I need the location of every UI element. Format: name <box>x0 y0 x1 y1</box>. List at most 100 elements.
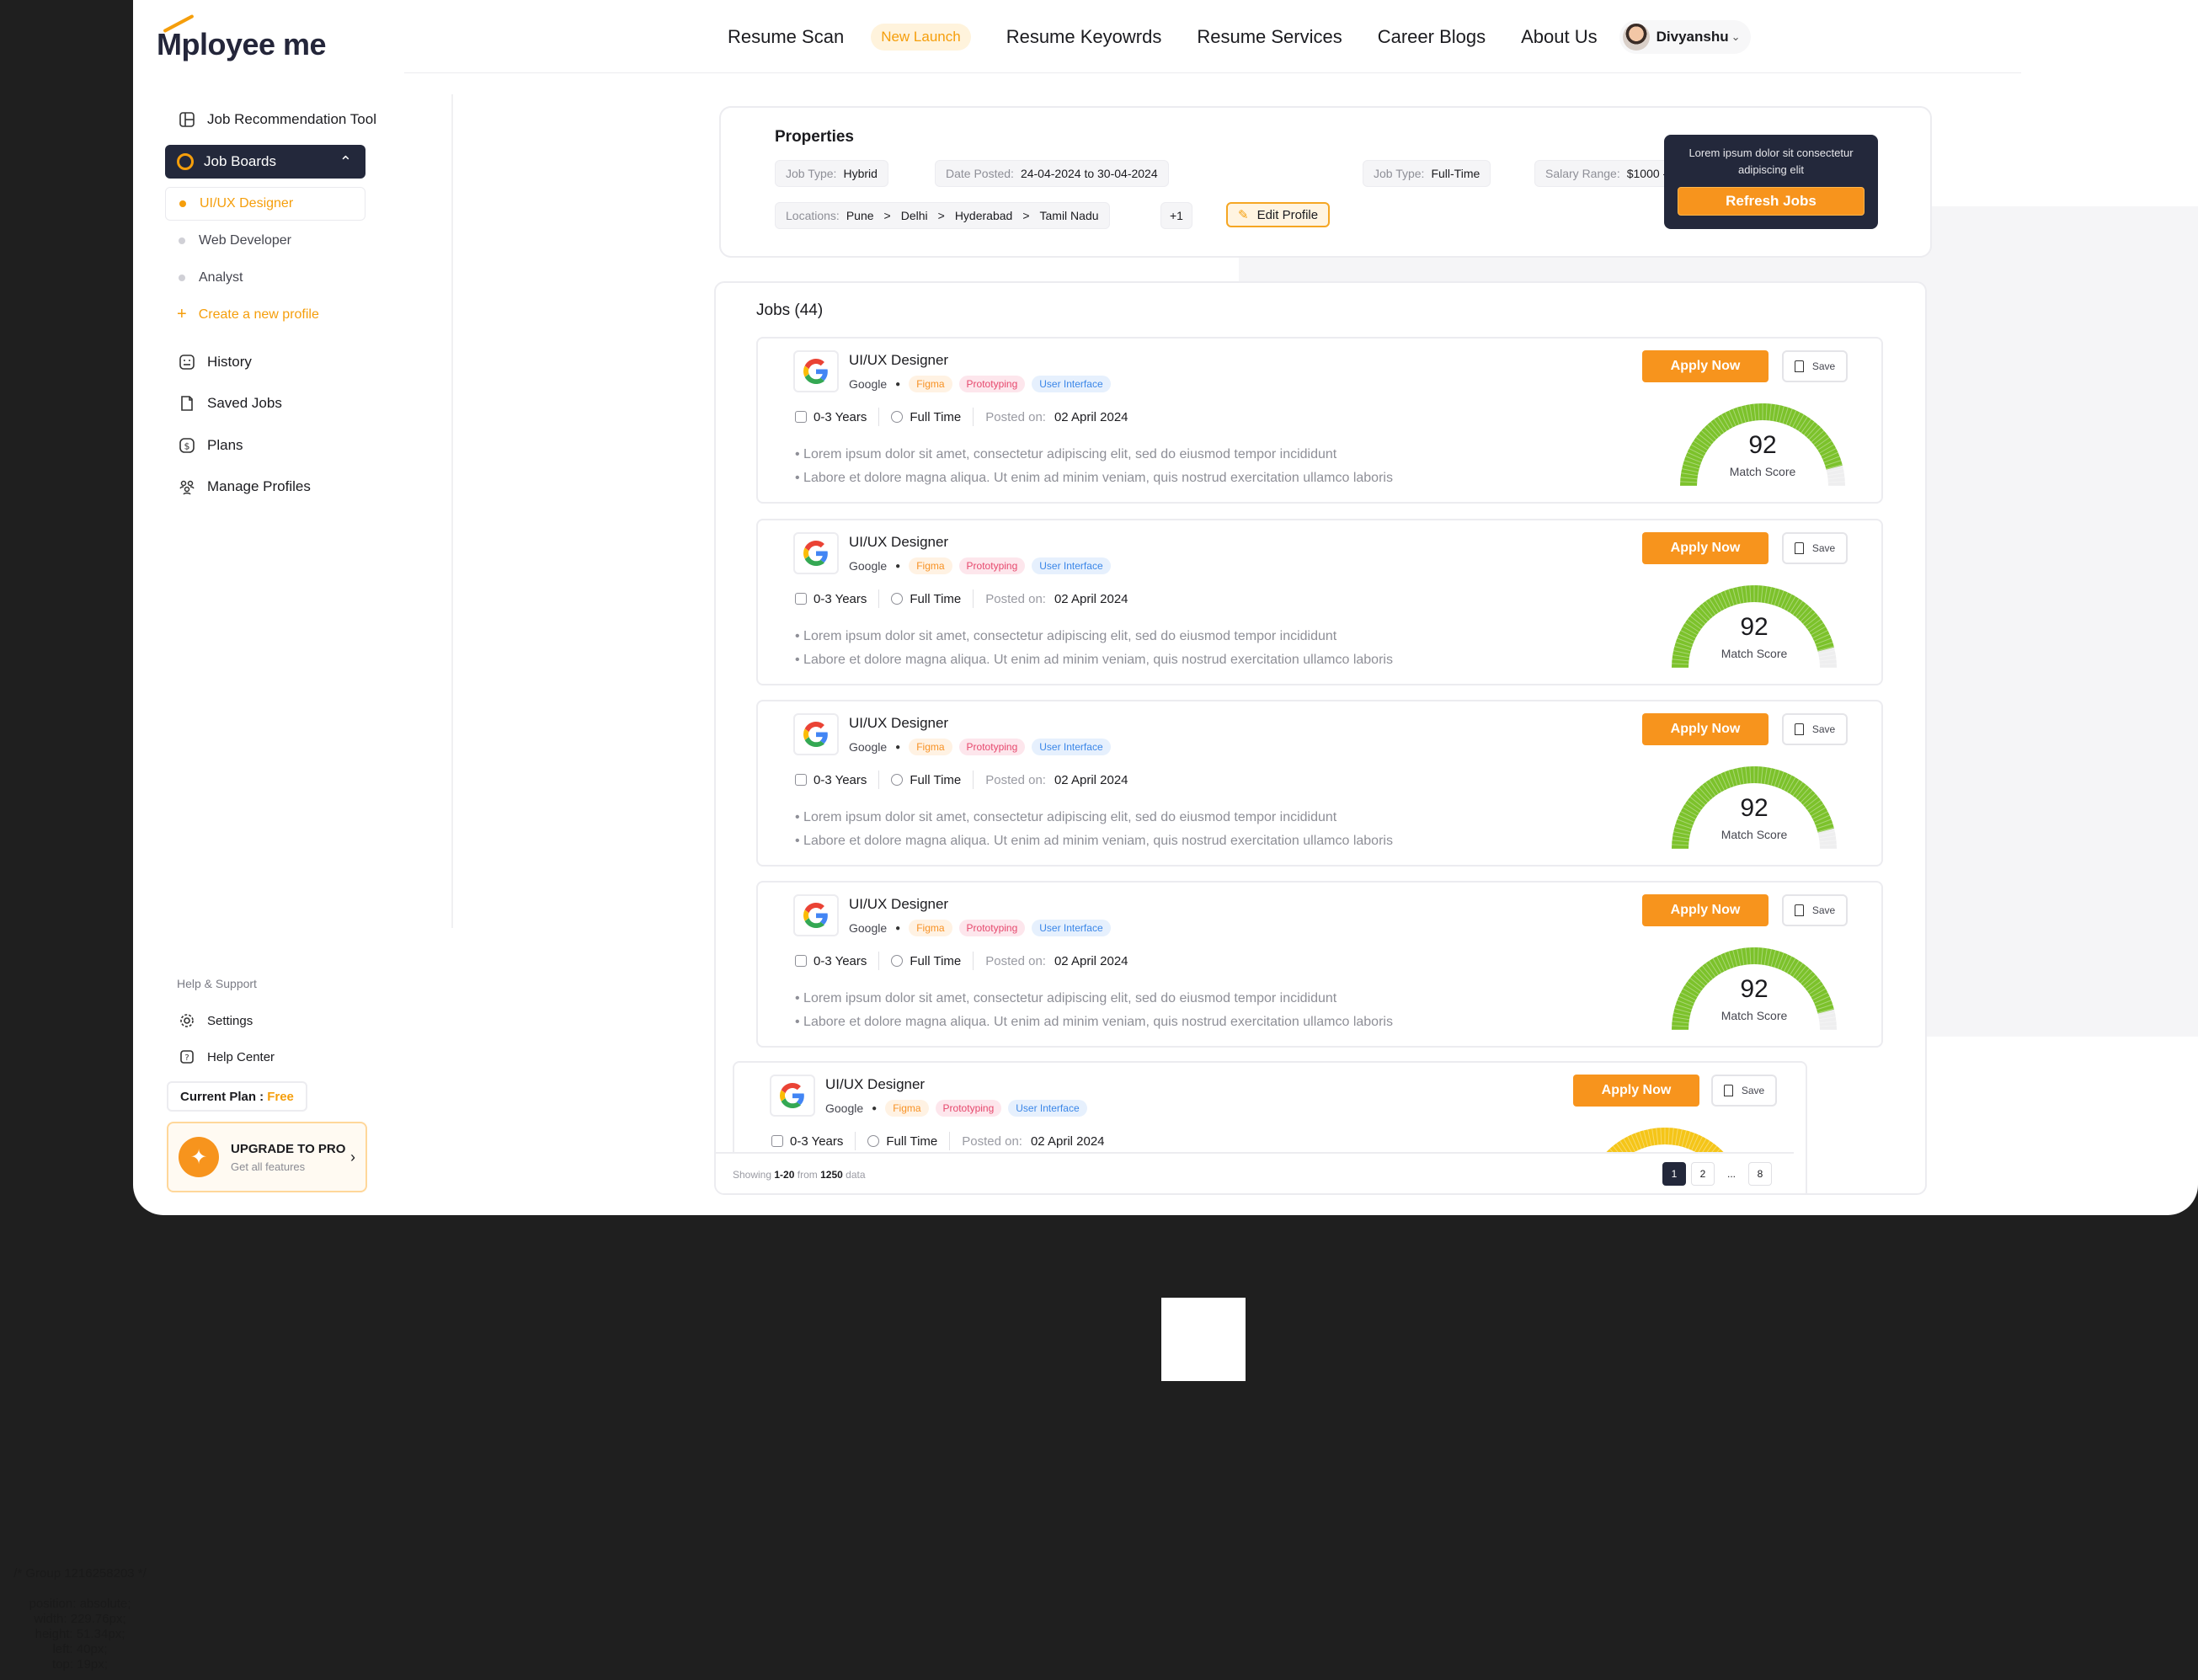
users-icon <box>177 477 197 497</box>
divider <box>973 589 974 608</box>
more-locations-chip[interactable]: +1 <box>1160 202 1192 229</box>
job-title[interactable]: UI/UX Designer <box>849 352 948 369</box>
sidebar-item-job-recommendation[interactable]: Job Recommendation Tool <box>177 109 376 130</box>
job-title[interactable]: UI/UX Designer <box>825 1076 925 1093</box>
arrow-separator: > <box>937 209 945 222</box>
sidebar-item-settings[interactable]: Settings <box>177 1011 253 1031</box>
showing-total: 1250 <box>820 1169 843 1181</box>
clock-icon <box>891 955 904 967</box>
page-button-1[interactable]: 1 <box>1662 1162 1686 1186</box>
job-type: Full Time <box>910 591 962 606</box>
nav-resume-scan[interactable]: Resume Scan <box>728 26 844 48</box>
dollar-icon: $ <box>177 435 197 456</box>
job-meta-row: 0-3 Years Full Time Posted on: 02 April … <box>771 1132 1105 1150</box>
save-button[interactable]: Save <box>1782 532 1848 564</box>
job-card[interactable]: UI/UX Designer Google ● Figma Prototypin… <box>756 519 1883 685</box>
logo[interactable]: Mployee me <box>157 27 327 62</box>
job-description: • Lorem ipsum dolor sit amet, consectetu… <box>795 443 1393 490</box>
apply-now-button[interactable]: Apply Now <box>1642 713 1769 745</box>
profile-label: Web Developer <box>199 233 291 248</box>
edit-profile-button[interactable]: ✎ Edit Profile <box>1226 202 1331 227</box>
sidebar-item-manage-profiles[interactable]: Manage Profiles <box>177 477 311 497</box>
nav-about-us[interactable]: About Us <box>1521 26 1598 48</box>
bookmark-icon <box>1794 360 1804 372</box>
saved-jobs-icon <box>177 393 197 413</box>
divider <box>878 589 880 608</box>
create-profile-link[interactable]: + Create a new profile <box>177 305 319 324</box>
profile-item-analyst[interactable]: Analyst <box>165 261 365 295</box>
job-card[interactable]: UI/UX Designer Google ● Figma Prototypin… <box>756 700 1883 867</box>
dot <box>179 237 185 244</box>
save-button[interactable]: Save <box>1782 894 1848 926</box>
properties-card: Properties Job Type: Hybrid Date Posted:… <box>719 106 1932 258</box>
apply-now-button[interactable]: Apply Now <box>1642 350 1769 382</box>
save-button[interactable]: Save <box>1711 1075 1777 1107</box>
job-title[interactable]: UI/UX Designer <box>849 896 948 913</box>
job-card[interactable]: UI/UX Designer Google ● Figma Prototypin… <box>756 881 1883 1048</box>
nav-resume-services[interactable]: Resume Services <box>1197 26 1342 48</box>
user-menu[interactable]: Divyanshu ⌄ <box>1619 20 1751 54</box>
profile-item-uiux[interactable]: UI/UX Designer <box>165 187 365 221</box>
match-score-gauge: 92 Match Score <box>1666 579 1843 680</box>
sidebar-item-saved-jobs[interactable]: Saved Jobs <box>177 393 282 413</box>
filter-chip-job-type[interactable]: Job Type: Hybrid <box>775 160 888 187</box>
match-score-gauge: 92 Match Score <box>1666 760 1843 861</box>
refresh-jobs-button[interactable]: Refresh Jobs <box>1678 187 1865 216</box>
sidebar-item-help-center[interactable]: ? Help Center <box>177 1047 275 1067</box>
job-posted-date: 02 April 2024 <box>1030 1133 1105 1149</box>
job-posted-date: 02 April 2024 <box>1054 409 1128 424</box>
location-item: Pune <box>846 209 874 222</box>
filter-chip-locations[interactable]: Locations: Pune > Delhi > Hyderabad > Ta… <box>775 202 1110 229</box>
page-button-8[interactable]: 8 <box>1748 1162 1772 1186</box>
job-meta-row: 0-3 Years Full Time Posted on: 02 April … <box>795 408 1128 426</box>
save-label: Save <box>1811 904 1836 916</box>
job-company-row: Google ● Figma Prototyping User Interfac… <box>849 557 1118 574</box>
profile-item-web-developer[interactable]: Web Developer <box>165 224 365 258</box>
save-button[interactable]: Save <box>1782 350 1848 382</box>
sidebar-item-plans[interactable]: $ Plans <box>177 435 243 456</box>
google-logo-icon <box>770 1075 815 1117</box>
sidebar-item-history[interactable]: History <box>177 352 252 372</box>
upgrade-button[interactable]: ✦ UPGRADE TO PRO Get all features › <box>167 1122 367 1192</box>
job-experience: 0-3 Years <box>814 409 867 424</box>
apply-now-button[interactable]: Apply Now <box>1642 532 1769 564</box>
company-name: Google <box>849 377 888 391</box>
upgrade-text: UPGRADE TO PRO Get all features <box>231 1142 345 1173</box>
svg-text:?: ? <box>184 1053 189 1063</box>
divider <box>973 952 974 970</box>
apply-now-button[interactable]: Apply Now <box>1642 894 1769 926</box>
job-title[interactable]: UI/UX Designer <box>849 715 948 732</box>
sidebar-item-job-boards[interactable]: Job Boards ⌃ <box>165 145 365 179</box>
match-score-gauge: 92 Match Score <box>1666 941 1843 1043</box>
job-description-line: • Labore et dolore magna aliqua. Ut enim… <box>795 471 1393 485</box>
sidebar-item-label: Settings <box>207 1013 253 1028</box>
properties-title: Properties <box>775 128 854 146</box>
chip-value: Full-Time <box>1431 167 1480 180</box>
skill-tag: User Interface <box>1032 739 1111 755</box>
filter-chip-job-type-2[interactable]: Job Type: Full-Time <box>1363 160 1491 187</box>
dot <box>179 275 185 281</box>
refresh-promo-box: Lorem ipsum dolor sit consectetur adipis… <box>1664 135 1878 229</box>
job-description: • Lorem ipsum dolor sit amet, consectetu… <box>795 625 1393 672</box>
save-button[interactable]: Save <box>1782 713 1848 745</box>
match-score-value: 92 <box>1748 431 1777 459</box>
nav-resume-keywords[interactable]: Resume Keyowrds <box>1006 26 1162 48</box>
filter-chip-date-posted[interactable]: Date Posted: 24-04-2024 to 30-04-2024 <box>935 160 1169 187</box>
skill-tag: User Interface <box>1032 376 1111 392</box>
edit-profile-label: Edit Profile <box>1256 207 1319 222</box>
nav-career-blogs[interactable]: Career Blogs <box>1378 26 1486 48</box>
profile-label: Analyst <box>199 270 243 285</box>
posted-label: Posted on: <box>985 591 1046 606</box>
google-logo-icon <box>793 894 839 936</box>
job-experience: 0-3 Years <box>814 953 867 968</box>
skill-tag: Figma <box>909 557 952 574</box>
page-button-2[interactable]: 2 <box>1691 1162 1715 1186</box>
chevron-up-icon: ⌃ <box>339 152 352 170</box>
avatar <box>1622 24 1650 51</box>
match-score-value: 92 <box>1740 613 1769 641</box>
google-logo-icon <box>793 532 839 574</box>
job-card[interactable]: UI/UX Designer Google ● Figma Prototypin… <box>756 337 1883 504</box>
job-description-line: • Lorem ipsum dolor sit amet, consectetu… <box>795 810 1337 824</box>
apply-now-button[interactable]: Apply Now <box>1573 1075 1699 1107</box>
job-title[interactable]: UI/UX Designer <box>849 534 948 551</box>
